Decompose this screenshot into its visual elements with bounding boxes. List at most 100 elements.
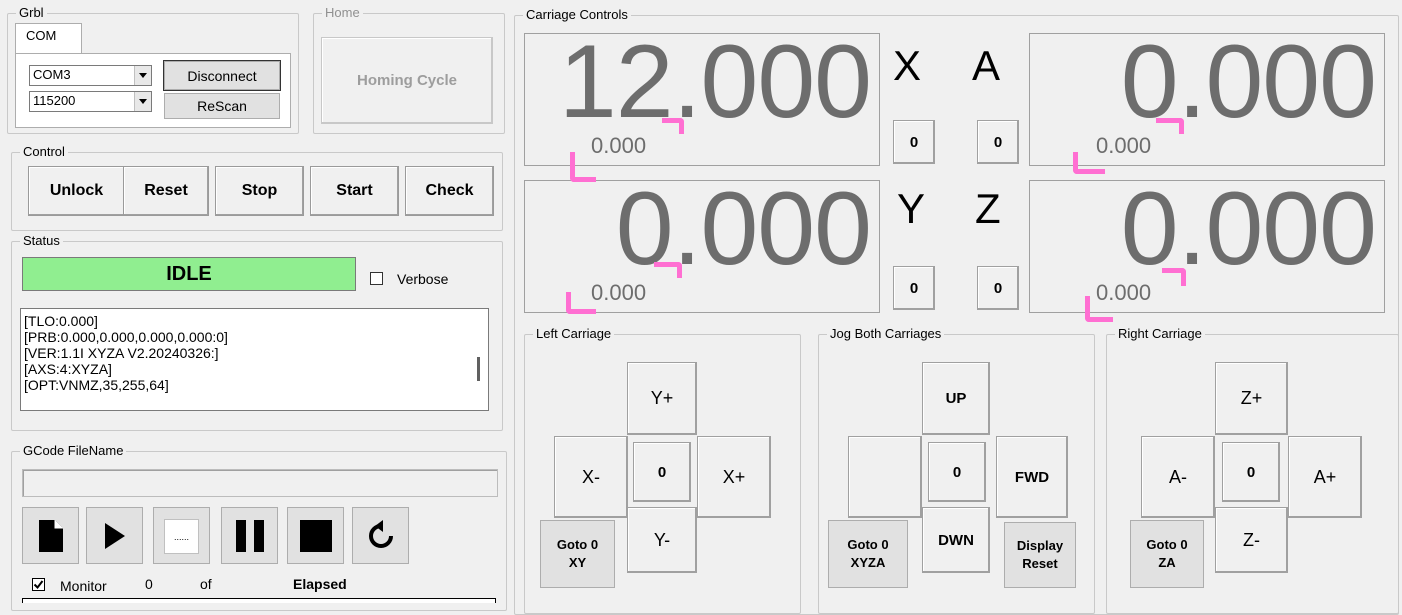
left-goto-zero-button[interactable]: Goto 0 XY	[540, 520, 615, 588]
y-work-position: 0.000	[591, 280, 647, 305]
z-dro: 0.000 0.000	[1029, 180, 1385, 313]
log-line: [TLO:0.000]	[24, 313, 98, 329]
y-axis-label: Y	[897, 185, 926, 232]
disconnect-button[interactable]: Disconnect	[164, 61, 280, 90]
left-x-plus-button[interactable]: X+	[697, 436, 771, 518]
z-machine-position: 0.000	[1120, 180, 1377, 287]
log-line: [VER:1.1I XYZA V2.20240326:]	[24, 345, 219, 361]
open-file-button[interactable]	[22, 507, 79, 564]
z-highlight-top	[1162, 268, 1186, 286]
both-fwd-button[interactable]: FWD	[996, 436, 1068, 518]
left-x-minus-button[interactable]: X-	[554, 436, 628, 518]
display-reset-line1: Display	[1016, 538, 1064, 553]
unlock-button[interactable]: Unlock	[28, 166, 125, 216]
status-legend: Status	[20, 233, 63, 249]
carriage-legend: Carriage Controls	[523, 7, 631, 23]
elapsed-label: Elapsed	[293, 576, 347, 592]
right-goto-zero-line1: Goto 0	[1146, 537, 1188, 552]
stop-button[interactable]: Stop	[215, 166, 304, 216]
x-axis-label: X	[893, 42, 922, 89]
right-carriage-legend: Right Carriage	[1115, 326, 1205, 342]
left-carriage-legend: Left Carriage	[533, 326, 615, 342]
a-highlight-bottom	[1073, 152, 1105, 174]
rescan-button[interactable]: ReScan	[164, 93, 280, 119]
chevron-down-icon	[134, 66, 151, 85]
z-highlight-bottom	[1085, 296, 1113, 322]
stop-file-button[interactable]	[287, 507, 344, 564]
log-line: [AXS:4:XYZA]	[24, 361, 112, 377]
status-state: IDLE	[166, 262, 212, 285]
play-icon	[104, 522, 125, 549]
x-zero-button[interactable]: 0	[893, 120, 935, 164]
of-label: of	[200, 576, 212, 592]
file-icon	[38, 519, 63, 552]
monitor-checkbox[interactable]	[32, 578, 45, 591]
right-z-minus-button[interactable]: Z-	[1215, 507, 1288, 573]
monitor-label: Monitor	[60, 578, 107, 594]
com-tab-label: COM	[26, 28, 57, 43]
gcode-legend: GCode FileName	[20, 443, 127, 459]
both-back-button[interactable]	[848, 436, 922, 518]
check-button[interactable]: Check	[405, 166, 494, 216]
left-center-button[interactable]: 0	[633, 442, 691, 502]
baud-select-value: 115200	[33, 93, 76, 108]
progress-bar	[22, 598, 496, 603]
port-select-value: COM3	[33, 67, 71, 82]
chevron-down-icon	[134, 92, 151, 111]
right-goto-zero-button[interactable]: Goto 0 ZA	[1130, 520, 1204, 588]
both-up-button[interactable]: UP	[922, 362, 990, 435]
port-select[interactable]: COM3	[29, 65, 152, 86]
verbose-checkbox[interactable]	[370, 272, 383, 285]
homing-cycle-button[interactable]: Homing Cycle	[321, 37, 493, 124]
log-scrollbar-thumb[interactable]	[477, 357, 480, 381]
start-button[interactable]: Start	[310, 166, 399, 216]
right-goto-zero-line2: ZA	[1158, 555, 1176, 570]
com-tab[interactable]: COM	[15, 23, 82, 54]
left-y-plus-button[interactable]: Y+	[627, 362, 697, 435]
step-indicator: ......	[164, 519, 199, 554]
a-axis-label: A	[972, 42, 1001, 89]
log-line: [PRB:0.000,0.000,0.000,0.000:0]	[24, 329, 228, 345]
a-dro: 0.000 0.000	[1029, 33, 1385, 166]
stop-icon	[299, 519, 332, 552]
x-work-position: 0.000	[591, 133, 647, 158]
both-center-button[interactable]: 0	[928, 442, 986, 502]
left-y-minus-button[interactable]: Y-	[627, 507, 697, 573]
rewind-button[interactable]	[352, 507, 409, 564]
log-line: [OPT:VNMZ,35,255,64]	[24, 377, 169, 393]
y-zero-button[interactable]: 0	[893, 266, 935, 310]
run-button[interactable]	[86, 507, 143, 564]
display-reset-button[interactable]: Display Reset	[1004, 522, 1076, 588]
right-z-plus-button[interactable]: Z+	[1215, 362, 1288, 435]
verbose-label: Verbose	[397, 271, 449, 287]
right-a-minus-button[interactable]: A-	[1141, 436, 1215, 518]
x-dro: 12.000 0.000	[524, 33, 880, 166]
gcode-filename-field[interactable]	[22, 469, 498, 497]
status-badge: IDLE	[22, 257, 356, 291]
y-highlight-top	[654, 262, 682, 278]
left-goto-zero-line2: XY	[568, 555, 587, 570]
both-dwn-button[interactable]: DWN	[922, 507, 990, 573]
control-legend: Control	[20, 144, 68, 160]
a-highlight-top	[1156, 118, 1184, 134]
z-zero-button[interactable]: 0	[977, 266, 1019, 310]
grbl-legend: Grbl	[16, 5, 47, 21]
home-legend: Home	[322, 5, 363, 21]
pause-icon	[235, 519, 264, 552]
pause-button[interactable]	[221, 507, 278, 564]
display-reset-line2: Reset	[1022, 556, 1058, 571]
status-log: [TLO:0.000] [PRB:0.000,0.000,0.000,0.000…	[20, 308, 489, 411]
reset-button[interactable]: Reset	[123, 166, 209, 216]
y-highlight-bottom	[566, 292, 596, 314]
both-goto-zero-line2: XYZA	[850, 555, 886, 570]
right-a-plus-button[interactable]: A+	[1288, 436, 1362, 518]
right-center-button[interactable]: 0	[1222, 442, 1280, 502]
both-goto-zero-button[interactable]: Goto 0 XYZA	[828, 520, 908, 588]
both-goto-zero-line1: Goto 0	[847, 537, 889, 552]
a-zero-button[interactable]: 0	[977, 120, 1019, 164]
baud-select[interactable]: 115200	[29, 91, 152, 112]
x-highlight-top	[662, 118, 684, 134]
jog-both-legend: Jog Both Carriages	[827, 326, 945, 342]
step-button[interactable]: ......	[153, 507, 210, 564]
check-icon	[33, 580, 44, 590]
